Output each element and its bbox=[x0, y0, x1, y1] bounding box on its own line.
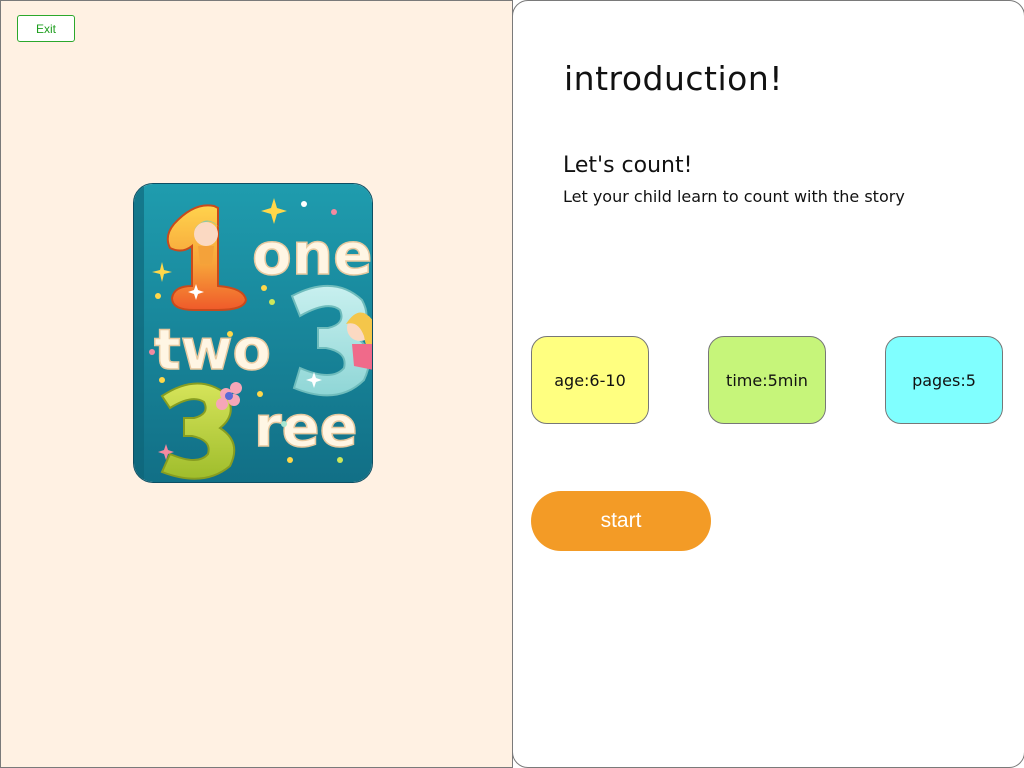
time-label: time:5min bbox=[726, 370, 808, 390]
book-cover-image: one two ree bbox=[133, 183, 373, 483]
story-intro-screen: Exit one two ree introduction! Let's cou… bbox=[0, 0, 1024, 768]
cover-word-one: one bbox=[252, 220, 372, 288]
start-button[interactable]: start bbox=[531, 491, 711, 551]
pages-tile: pages:5 bbox=[885, 336, 1003, 424]
cover-word-two: two bbox=[154, 318, 271, 383]
cover-panel: Exit one two ree bbox=[0, 0, 513, 768]
intro-panel: introduction! Let's count! Let your chil… bbox=[512, 0, 1024, 768]
story-title: Let's count! bbox=[563, 153, 693, 178]
time-tile: time:5min bbox=[708, 336, 826, 424]
cover-word-ree: ree bbox=[254, 395, 358, 460]
age-label: age:6-10 bbox=[554, 370, 626, 390]
exit-button[interactable]: Exit bbox=[17, 15, 75, 42]
story-description: Let your child learn to count with the s… bbox=[563, 187, 905, 206]
age-tile: age:6-10 bbox=[531, 336, 649, 424]
page-title: introduction! bbox=[564, 59, 784, 98]
pages-label: pages:5 bbox=[912, 370, 976, 390]
